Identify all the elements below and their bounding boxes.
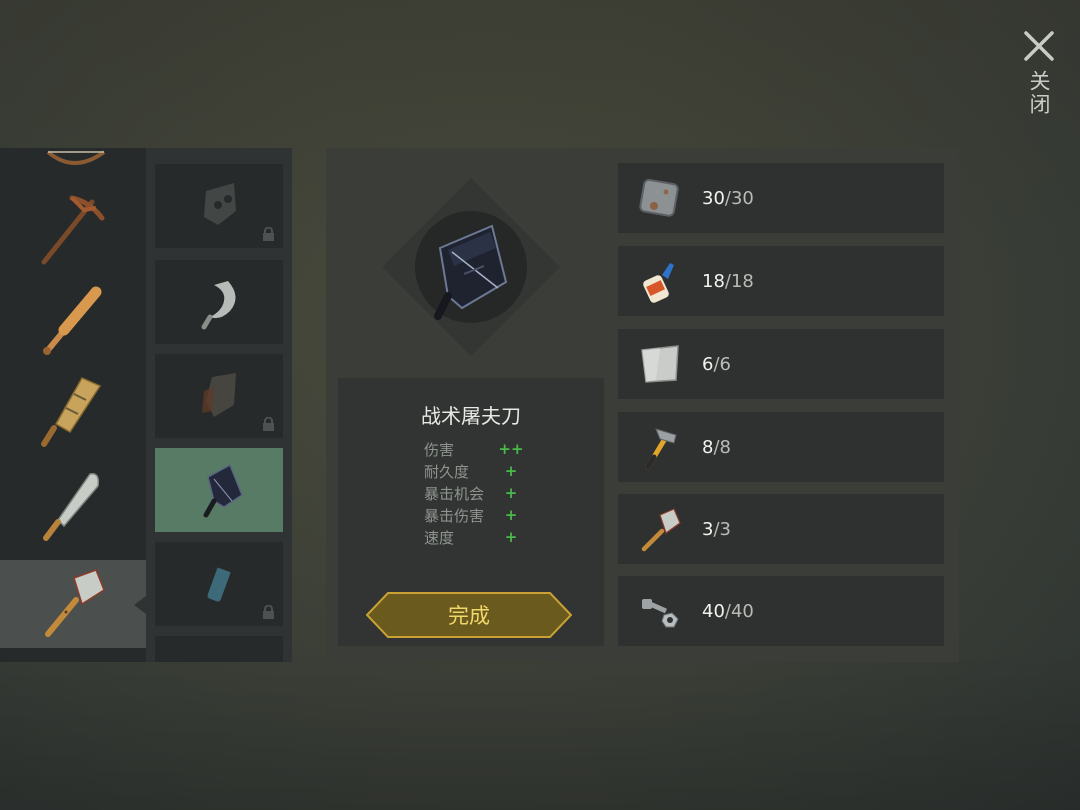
stat-row: 耐久度 +: [424, 460, 524, 482]
taped-handle-icon: [207, 561, 233, 602]
baseball-bat-icon: [43, 286, 102, 355]
lock-icon: [263, 227, 274, 241]
lock-icon: [263, 417, 274, 431]
stat-value: +: [504, 506, 518, 524]
metal-plate-icon: [639, 178, 679, 217]
machete-icon: [43, 473, 100, 541]
material-have: 40: [702, 600, 725, 622]
tactical-cleaver-icon: [203, 463, 243, 518]
sickle-icon: [201, 281, 236, 330]
material-have: 30: [702, 187, 725, 209]
recipe-slot-2[interactable]: [155, 260, 283, 344]
hammer-icon: [645, 428, 677, 470]
tool-item-plank-club[interactable]: [0, 368, 146, 456]
material-row: 30/30: [618, 163, 944, 233]
item-name: 战术屠夫刀: [421, 404, 521, 428]
material-need: 30: [730, 187, 754, 209]
material-need: 6: [719, 353, 731, 375]
recipe-list[interactable]: [146, 148, 292, 662]
stat-name: 暴击伤害: [424, 506, 485, 525]
material-row: 8/8: [618, 412, 944, 482]
tool-item-cleaver[interactable]: [0, 560, 146, 648]
craft-done-label: 完成: [448, 604, 490, 628]
stat-value: ++: [498, 440, 524, 458]
material-have: 3: [702, 518, 714, 540]
item-preview: [382, 178, 560, 356]
recipe-slot-1[interactable]: [155, 164, 283, 248]
close-label: 关闭: [1027, 70, 1051, 116]
material-need: 3: [719, 518, 731, 540]
recipe-slot-6[interactable]: [155, 636, 283, 662]
cleaver-blade-icon: [204, 183, 236, 225]
recipe-slot-3[interactable]: [155, 354, 283, 438]
pickaxe-icon: [41, 195, 105, 265]
close-button[interactable]: 关闭: [1018, 30, 1060, 140]
material-need: 40: [730, 600, 754, 622]
close-icon: [1024, 31, 1054, 61]
partial-item-icon: [184, 643, 254, 662]
bolts-icon: [642, 599, 679, 628]
steel-sheet-icon: [641, 345, 679, 383]
material-have: 18: [702, 270, 725, 292]
stat-row: 伤害 ++: [424, 438, 524, 460]
recipe-slot-4[interactable]: [155, 448, 283, 532]
plank-club-icon: [41, 377, 102, 447]
stat-value: +: [504, 528, 518, 546]
stat-name: 伤害: [424, 440, 455, 459]
item-stats: 伤害 ++ 耐久度 + 暴击机会 + 暴击伤害 + 速度 +: [424, 438, 524, 548]
stat-name: 耐久度: [424, 462, 470, 481]
stat-row: 暴击机会 +: [424, 482, 524, 504]
stat-name: 速度: [424, 528, 455, 547]
crafting-detail-panel: 战术屠夫刀 伤害 ++ 耐久度 + 暴击机会 + 暴击伤害 + 速度 + 完成 …: [326, 148, 959, 662]
glue-icon: [643, 263, 674, 303]
tool-item-machete[interactable]: [0, 460, 146, 548]
material-row: 40/40: [618, 576, 944, 646]
stat-value: +: [504, 462, 518, 480]
material-row: 18/18: [618, 246, 944, 316]
material-have: 6: [702, 353, 714, 375]
stat-row: 速度 +: [424, 526, 524, 548]
stat-value: +: [504, 484, 518, 502]
material-need: 18: [730, 270, 754, 292]
stat-name: 暴击机会: [424, 484, 485, 503]
cleaver-icon: [641, 508, 681, 552]
material-need: 8: [719, 436, 731, 458]
material-row: 3/3: [618, 494, 944, 564]
tool-item-pickaxe[interactable]: [0, 184, 146, 272]
recipe-slot-5[interactable]: [155, 542, 283, 626]
material-row: 6/6: [618, 329, 944, 399]
cleaver-icon: [45, 569, 105, 637]
tool-category-list[interactable]: [0, 148, 146, 662]
material-have: 8: [702, 436, 714, 458]
tool-item-baseball-bat[interactable]: [0, 276, 146, 364]
spiked-cleaver-icon: [202, 373, 236, 417]
lock-icon: [263, 605, 274, 619]
stat-row: 暴击伤害 +: [424, 504, 524, 526]
craft-done-button[interactable]: 完成: [366, 592, 572, 638]
